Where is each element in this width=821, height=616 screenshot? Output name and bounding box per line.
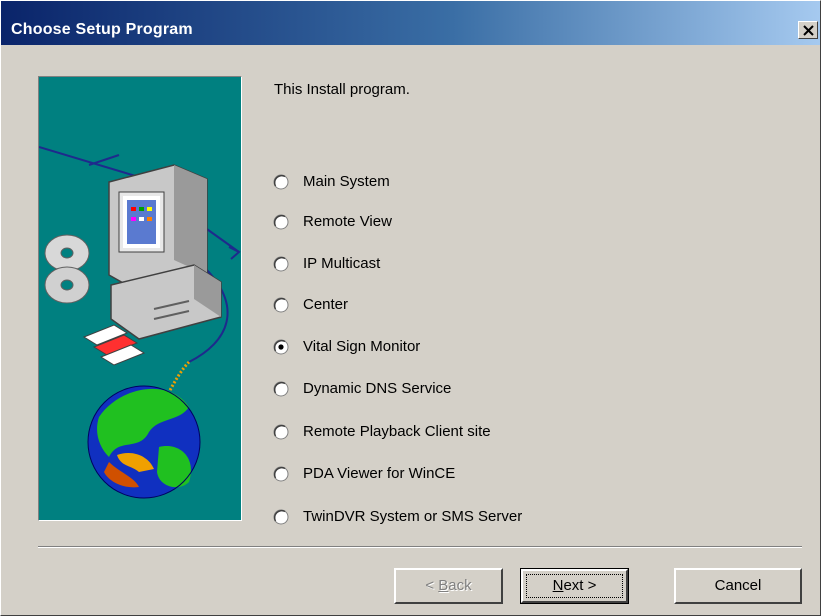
back-button[interactable]: < Back: [394, 568, 503, 604]
separator: [38, 546, 802, 548]
radio-icon[interactable]: [273, 174, 289, 190]
radio-selected-icon[interactable]: [273, 339, 289, 355]
option-label: TwinDVR System or SMS Server: [303, 508, 523, 525]
setup-dialog: Choose Setup Program This Install progra…: [0, 0, 821, 616]
option-label: Center: [303, 296, 349, 313]
next-button[interactable]: Next >: [520, 568, 629, 604]
option-label: Main System: [303, 173, 390, 190]
cancel-button[interactable]: Cancel: [674, 568, 802, 604]
radio-icon[interactable]: [273, 214, 289, 230]
next-button-label: Next >: [521, 570, 628, 602]
option-label: Remote View: [303, 213, 392, 230]
back-button-accel: B: [438, 577, 449, 594]
close-icon: [803, 25, 814, 36]
close-button[interactable]: [798, 21, 818, 39]
intro-text: This Install program.: [274, 81, 410, 98]
radio-icon[interactable]: [273, 466, 289, 482]
option-label: IP Multicast: [303, 255, 381, 272]
option-label: PDA Viewer for WinCE: [303, 465, 456, 482]
window-title: Choose Setup Program: [11, 21, 193, 38]
computer-globe-illustration-icon: [39, 146, 241, 499]
option-label: Vital Sign Monitor: [303, 338, 421, 355]
radio-icon[interactable]: [273, 509, 289, 525]
next-button-accel: N: [552, 577, 564, 594]
radio-icon[interactable]: [273, 297, 289, 313]
back-button-rest: ack: [448, 577, 472, 594]
title-bar[interactable]: Choose Setup Program: [1, 1, 820, 45]
option-label: Dynamic DNS Service: [303, 380, 452, 397]
radio-icon[interactable]: [273, 381, 289, 397]
back-button-prefix: <: [425, 577, 439, 594]
next-button-rest: ext >: [563, 577, 597, 594]
radio-icon[interactable]: [273, 256, 289, 272]
radio-icon[interactable]: [273, 424, 289, 440]
setup-illustration: [38, 76, 242, 521]
option-label: Remote Playback Client site: [303, 423, 491, 440]
